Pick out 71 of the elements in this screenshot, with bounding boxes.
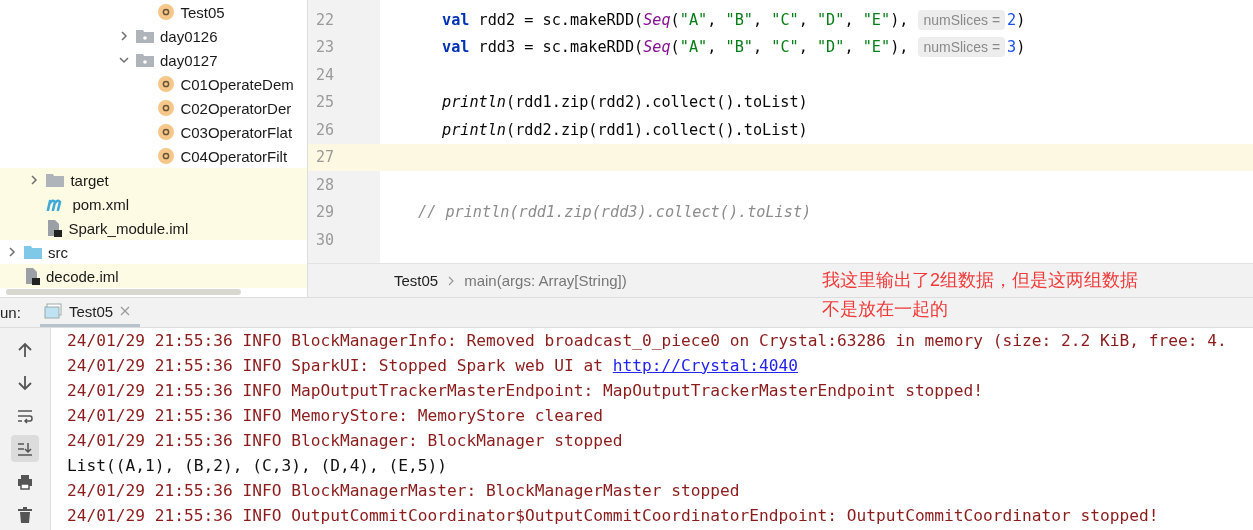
console-icon bbox=[44, 303, 62, 319]
tree-item[interactable]: day0127 bbox=[0, 48, 307, 72]
tree-item[interactable]: decode.iml bbox=[0, 264, 307, 288]
console-line: 24/01/29 21:55:36 INFO OutputCommitCoordinator$OutputCommitCoordinatorEndpoint: OutputCommitCoordinator stopped! bbox=[67, 505, 1160, 527]
code-text: val rdd3 = sc.makeRDD(Seq("A", "B", "C", "D", "E"), bbox=[442, 38, 909, 57]
tree-item[interactable]: pom.xml bbox=[0, 192, 307, 216]
scroll-to-end-button[interactable] bbox=[11, 435, 39, 462]
class-icon bbox=[158, 148, 175, 164]
code-text: 2) bbox=[1007, 10, 1026, 29]
console-line: 24/01/29 21:55:36 INFO MapOutputTrackerMasterEndpoint: MapOutputTrackerMasterEndpoint stopped! bbox=[67, 380, 985, 402]
code-text: // println(rdd1.zip(rdd3).collect().toList) bbox=[418, 203, 812, 222]
printer-icon bbox=[17, 473, 33, 490]
tree-item[interactable]: Test05 bbox=[0, 0, 307, 24]
console-line: 24/01/29 21:55:36 INFO MemoryStore: MemoryStore cleared bbox=[67, 405, 604, 427]
line-number: 26 bbox=[315, 120, 336, 139]
code-text: println(rdd2.zip(rdd1).collect().toList) bbox=[442, 120, 808, 139]
trash-icon bbox=[17, 506, 33, 523]
module-file-icon bbox=[24, 267, 40, 285]
code-text: val rdd2 = sc.makeRDD(Seq("A", "B", "C", "D", "E"), bbox=[442, 10, 909, 29]
chevron-right-icon bbox=[448, 275, 455, 286]
close-icon[interactable] bbox=[120, 306, 131, 316]
tree-item[interactable]: target bbox=[0, 168, 307, 192]
chevron-right-icon[interactable] bbox=[29, 175, 40, 185]
chevron-down-icon[interactable] bbox=[119, 55, 129, 65]
line-number: 29 bbox=[315, 203, 336, 222]
breadcrumb-item[interactable]: Test05 bbox=[394, 272, 439, 289]
run-label: un: bbox=[0, 303, 22, 323]
chevron-right-icon[interactable] bbox=[119, 31, 129, 41]
breadcrumb-item[interactable]: main(args: Array[String]) bbox=[464, 272, 627, 289]
console-line: 24/01/29 21:55:36 INFO BlockManager: BlockManager stopped bbox=[67, 430, 624, 452]
package-icon bbox=[136, 52, 154, 68]
parameter-hint: numSlices = bbox=[918, 37, 1006, 58]
tree-item[interactable]: C03OperatorFlat bbox=[0, 120, 307, 144]
console-line: 24/01/29 21:55:36 INFO SparkUI: Stopped Spark web UI at http://Crystal:4040 bbox=[67, 355, 799, 377]
annotation-text: 不是放在一起的 bbox=[822, 298, 949, 321]
folder-icon bbox=[46, 172, 65, 188]
line-number: 27 bbox=[315, 148, 336, 167]
class-icon bbox=[158, 124, 175, 140]
tree-item[interactable]: C01OperateDem bbox=[0, 72, 307, 96]
code-text: 3) bbox=[1007, 38, 1026, 57]
code-text: println(rdd1.zip(rdd2).collect().toList) bbox=[442, 93, 808, 112]
line-number: 24 bbox=[315, 65, 336, 84]
class-icon bbox=[158, 76, 175, 92]
package-icon bbox=[136, 28, 154, 44]
tree-item[interactable]: src bbox=[0, 240, 307, 264]
console-line: List((A,1), (B,2), (C,3), (D,4), (E,5)) bbox=[67, 455, 449, 477]
tree-item[interactable]: day0126 bbox=[0, 24, 307, 48]
tree-item[interactable]: C04OperatorFilt bbox=[0, 144, 307, 168]
annotation-text: 我这里输出了2组数据，但是这两组数据 bbox=[822, 269, 1138, 292]
arrow-down-icon bbox=[17, 374, 33, 391]
console-line: 24/01/29 21:55:36 INFO BlockManagerInfo: Removed broadcast_0_piece0 on Crystal:63286 in memory (size: 2.2 KiB, free: 4. bbox=[67, 330, 1228, 352]
tree-item[interactable]: Spark_module.iml bbox=[0, 216, 307, 240]
line-number: 25 bbox=[315, 93, 336, 112]
line-number: 28 bbox=[315, 175, 336, 194]
line-number: 23 bbox=[315, 38, 336, 57]
soft-wrap-icon bbox=[17, 407, 33, 424]
console-link[interactable]: http://Crystal:4040 bbox=[612, 356, 798, 375]
scrollbar-thumb[interactable] bbox=[6, 289, 241, 295]
tree-item[interactable]: C02OperatorDer bbox=[0, 96, 307, 120]
run-tab[interactable]: Test05 bbox=[40, 298, 141, 327]
scroll-to-end-icon bbox=[17, 440, 33, 457]
chevron-right-icon[interactable] bbox=[7, 247, 17, 257]
module-file-icon bbox=[46, 219, 63, 237]
line-number: 30 bbox=[315, 230, 336, 249]
parameter-hint: numSlices = bbox=[918, 9, 1006, 30]
line-number: 22 bbox=[315, 10, 336, 29]
console-line: 24/01/29 21:55:36 INFO BlockManagerMaster: BlockManagerMaster stopped bbox=[67, 480, 741, 502]
class-icon bbox=[158, 100, 175, 116]
arrow-up-icon bbox=[17, 341, 33, 358]
folder-icon bbox=[24, 244, 42, 260]
class-icon bbox=[158, 4, 175, 20]
